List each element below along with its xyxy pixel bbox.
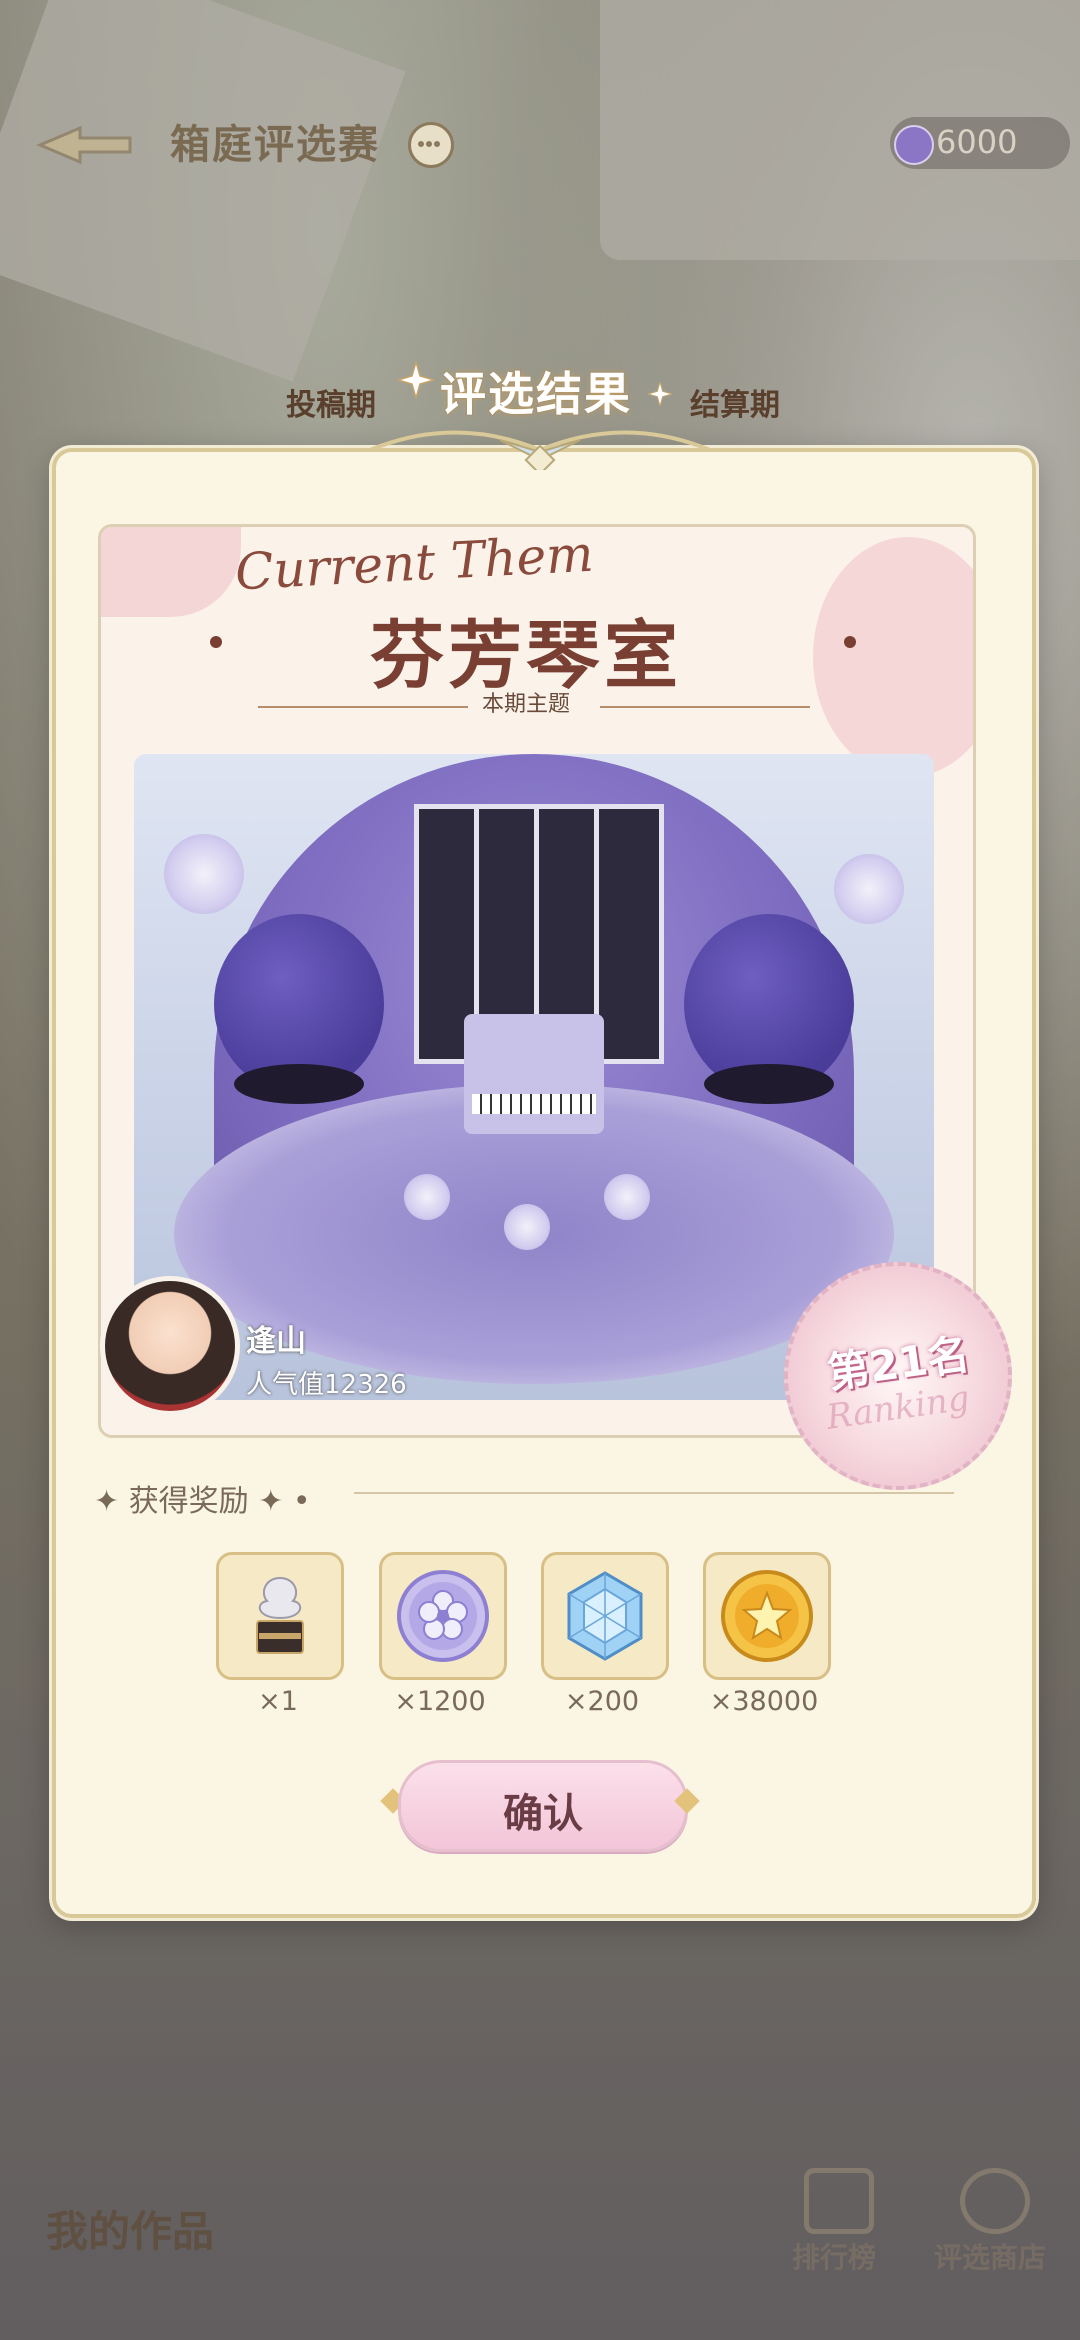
sparkle-icon — [398, 362, 434, 398]
purple-flower-coin-icon — [397, 1570, 489, 1662]
shop-icon — [960, 2168, 1030, 2234]
reward-qty: ×1200 — [394, 1686, 486, 1717]
flower-decoration — [604, 1174, 650, 1220]
pot-left — [234, 1064, 364, 1104]
title-dot-left — [210, 636, 222, 648]
reward-item[interactable] — [703, 1552, 831, 1680]
flower-decoration — [504, 1204, 550, 1250]
confirm-button[interactable]: 确认 — [398, 1760, 688, 1852]
shop-button[interactable]: 评选商店 — [920, 2168, 1060, 2278]
popularity-value: 人气值12326 — [246, 1370, 407, 1400]
reward-qty: ×38000 — [709, 1686, 819, 1717]
leaderboard-label: 排行榜 — [791, 2241, 876, 2274]
pot-right — [704, 1064, 834, 1104]
rewards-title-text: 获得奖励 — [128, 1484, 249, 1519]
phase-submission: 投稿期 — [286, 388, 376, 423]
trophy-icon — [804, 2168, 874, 2234]
leaderboard-button[interactable]: 排行榜 — [764, 2168, 904, 2278]
rewards-divider — [354, 1492, 954, 1494]
subtitle-line-left — [258, 706, 468, 708]
my-works-button[interactable]: 我的作品 — [46, 2198, 214, 2259]
shop-label: 评选商店 — [933, 2241, 1046, 2274]
piano — [464, 1014, 604, 1134]
flower-coin-icon — [894, 125, 934, 165]
strawberry-decoration — [813, 537, 973, 777]
strawberry-decoration — [101, 527, 241, 617]
rose-box-icon — [256, 1576, 304, 1654]
flower-decoration — [404, 1174, 450, 1220]
result-title: 评选结果 — [440, 367, 632, 421]
page-title: 箱庭评选赛 — [170, 122, 380, 168]
author-avatar[interactable] — [100, 1276, 240, 1416]
title-dot-right — [844, 636, 856, 648]
reward-item[interactable] — [379, 1552, 507, 1680]
blue-crystal-icon — [567, 1571, 643, 1661]
reward-qty: ×1 — [258, 1686, 298, 1717]
gold-star-coin-icon — [721, 1570, 813, 1662]
more-options-icon[interactable] — [408, 122, 454, 168]
sparkle-icon — [648, 382, 672, 406]
piano-keys — [472, 1094, 596, 1114]
reward-qty: ×200 — [564, 1686, 640, 1717]
rewards-title: ✦ 获得奖励 ✦ • — [94, 1484, 311, 1519]
subtitle-line-right — [600, 706, 810, 708]
rank-badge: 第21名 Ranking — [784, 1262, 1012, 1490]
back-arrow-icon[interactable] — [30, 120, 140, 170]
flower-decoration — [164, 834, 244, 914]
currency-amount: 6000 — [936, 123, 1018, 161]
currency-display: 6000 — [890, 117, 1070, 169]
reward-item[interactable] — [541, 1552, 669, 1680]
flower-decoration — [834, 854, 904, 924]
reward-item[interactable] — [216, 1552, 344, 1680]
author-name: 逢山 — [246, 1324, 306, 1359]
theme-subtitle: 本期主题 — [482, 692, 571, 717]
confirm-label: 确认 — [503, 1791, 583, 1837]
